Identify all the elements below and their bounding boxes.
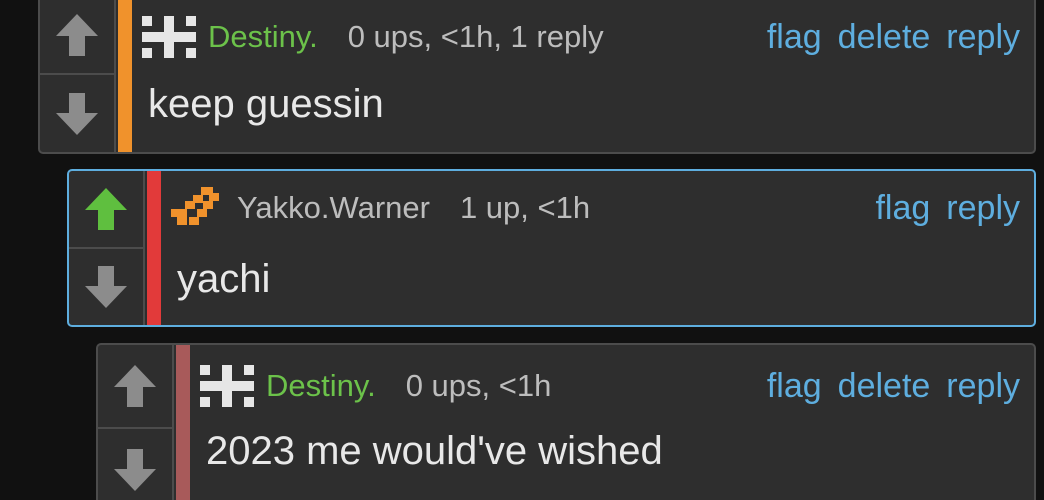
- thread-stripe: [118, 0, 132, 152]
- arrow-up-icon: [85, 188, 127, 230]
- thread-stripe: [147, 171, 161, 325]
- downvote-button[interactable]: [69, 249, 145, 325]
- comment-actions: flag delete reply: [767, 18, 1020, 57]
- arrow-down-icon: [85, 266, 127, 308]
- upvote-button[interactable]: [69, 171, 145, 249]
- thread-stripe: [176, 345, 190, 500]
- comment-actions: flag reply: [875, 189, 1020, 228]
- comment-thread: Destiny. 0 ups, <1h, 1 reply flag delete…: [0, 0, 1044, 500]
- user-avatar-icon: [171, 187, 219, 225]
- comment-header: Destiny. 0 ups, <1h flag delete reply: [196, 351, 1020, 421]
- comment-header: Destiny. 0 ups, <1h, 1 reply flag delete…: [138, 2, 1020, 72]
- upvote-button[interactable]: [40, 0, 116, 75]
- delete-link[interactable]: delete: [838, 18, 931, 57]
- comment-author[interactable]: Destiny.: [266, 368, 376, 404]
- arrow-up-icon: [114, 365, 156, 407]
- downvote-button[interactable]: [40, 75, 116, 152]
- comment-meta: 0 ups, <1h, 1 reply: [347, 19, 604, 54]
- user-avatar-icon: [200, 365, 254, 407]
- comment-text: yachi: [177, 257, 271, 301]
- comment-author[interactable]: Yakko.Warner: [237, 190, 430, 226]
- arrow-down-icon: [56, 92, 98, 135]
- comment: Destiny. 0 ups, <1h flag delete reply 20…: [96, 343, 1036, 500]
- reply-link[interactable]: reply: [946, 189, 1020, 228]
- vote-column: [69, 171, 145, 325]
- comment: Yakko.Warner 1 up, <1h flag reply yachi: [67, 169, 1036, 327]
- arrow-up-icon: [56, 13, 98, 56]
- flag-link[interactable]: flag: [767, 18, 822, 57]
- reply-link[interactable]: reply: [946, 18, 1020, 57]
- comment-header: Yakko.Warner 1 up, <1h flag reply: [167, 173, 1020, 243]
- delete-link[interactable]: delete: [838, 367, 931, 406]
- vote-column: [40, 0, 116, 152]
- flag-link[interactable]: flag: [875, 189, 930, 228]
- arrow-down-icon: [114, 449, 156, 491]
- flag-link[interactable]: flag: [767, 367, 822, 406]
- comment-author[interactable]: Destiny.: [208, 19, 318, 55]
- reply-link[interactable]: reply: [946, 367, 1020, 406]
- upvote-button[interactable]: [98, 345, 174, 429]
- user-avatar-icon: [142, 16, 196, 58]
- vote-column: [98, 345, 174, 500]
- comment: Destiny. 0 ups, <1h, 1 reply flag delete…: [38, 0, 1036, 154]
- comment-text: 2023 me would've wished: [206, 429, 663, 473]
- comment-meta: 1 up, <1h: [459, 190, 591, 225]
- comment-actions: flag delete reply: [767, 367, 1020, 406]
- comment-text: keep guessin: [148, 82, 384, 126]
- downvote-button[interactable]: [98, 429, 174, 500]
- comment-meta: 0 ups, <1h: [405, 368, 552, 403]
